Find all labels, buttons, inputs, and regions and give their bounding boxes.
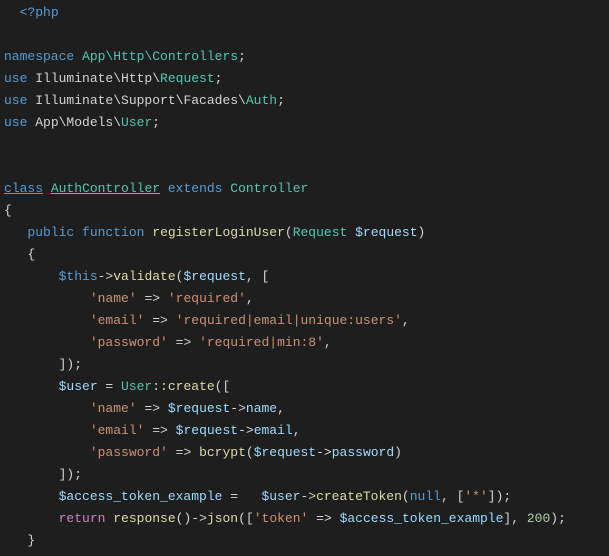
string-literal: '*' bbox=[464, 489, 487, 504]
array-value: 'required|min:8' bbox=[199, 335, 324, 350]
array-value: 'required' bbox=[168, 291, 246, 306]
variable: $request bbox=[183, 269, 245, 284]
class-name: AuthController bbox=[51, 181, 160, 196]
code-line: class AuthController extends Controller bbox=[4, 178, 605, 200]
code-editor[interactable]: <?php namespace App\Http\Controllers; us… bbox=[4, 2, 605, 552]
use-class: Auth bbox=[246, 93, 277, 108]
code-line bbox=[4, 134, 605, 156]
code-line: public function registerLoginUser(Reques… bbox=[4, 222, 605, 244]
use-keyword: use bbox=[4, 71, 27, 86]
array-key: 'email' bbox=[90, 423, 145, 438]
number-literal: 200 bbox=[527, 511, 550, 526]
code-line: use App\Models\User; bbox=[4, 112, 605, 134]
use-keyword: use bbox=[4, 93, 27, 108]
code-line: { bbox=[4, 244, 605, 266]
function-call: response bbox=[113, 511, 175, 526]
method-name: registerLoginUser bbox=[152, 225, 285, 240]
code-line: 'email' => $request->email, bbox=[4, 420, 605, 442]
code-line: $user = User::create([ bbox=[4, 376, 605, 398]
code-line: <?php bbox=[4, 2, 605, 24]
code-line: { bbox=[4, 200, 605, 222]
param-var: $request bbox=[355, 225, 417, 240]
code-line: 'email' => 'required|email|unique:users'… bbox=[4, 310, 605, 332]
code-line: return response()->json(['token' => $acc… bbox=[4, 508, 605, 530]
namespace-keyword: namespace bbox=[4, 49, 74, 64]
param-type: Request bbox=[293, 225, 348, 240]
return-keyword: return bbox=[59, 511, 106, 526]
use-path: Illuminate\Http\ bbox=[35, 71, 160, 86]
array-key: 'password' bbox=[90, 335, 168, 350]
public-keyword: public bbox=[27, 225, 74, 240]
array-key: 'name' bbox=[90, 291, 137, 306]
variable: $request bbox=[168, 401, 230, 416]
method-call: validate bbox=[113, 269, 175, 284]
code-line: ]); bbox=[4, 464, 605, 486]
code-line: namespace App\Http\Controllers; bbox=[4, 46, 605, 68]
code-line: } bbox=[4, 530, 605, 552]
array-value: 'required|email|unique:users' bbox=[176, 313, 402, 328]
code-line: ]); bbox=[4, 354, 605, 376]
property: email bbox=[254, 423, 293, 438]
variable: $user bbox=[59, 379, 98, 394]
code-line: $access_token_example = $user->createTok… bbox=[4, 486, 605, 508]
parent-class: Controller bbox=[230, 181, 308, 196]
code-line bbox=[4, 24, 605, 46]
variable: $access_token_example bbox=[59, 489, 223, 504]
namespace-path: App\Http\Controllers bbox=[82, 49, 238, 64]
code-line: use Illuminate\Http\Request; bbox=[4, 68, 605, 90]
code-line: use Illuminate\Support\Facades\Auth; bbox=[4, 90, 605, 112]
use-class: User bbox=[121, 115, 152, 130]
code-line: 'name' => $request->name, bbox=[4, 398, 605, 420]
code-line: 'password' => 'required|min:8', bbox=[4, 332, 605, 354]
extends-keyword: extends bbox=[168, 181, 223, 196]
code-line: $this->validate($request, [ bbox=[4, 266, 605, 288]
variable: $access_token_example bbox=[340, 511, 504, 526]
class-keyword: class bbox=[4, 181, 43, 196]
code-line bbox=[4, 156, 605, 178]
code-line: 'password' => bcrypt($request->password) bbox=[4, 442, 605, 464]
function-keyword: function bbox=[82, 225, 144, 240]
php-open-tag: <?php bbox=[20, 5, 59, 20]
code-line: 'name' => 'required', bbox=[4, 288, 605, 310]
array-key: 'email' bbox=[90, 313, 145, 328]
method-call: createToken bbox=[316, 489, 402, 504]
property: name bbox=[246, 401, 277, 416]
array-key: 'token' bbox=[254, 511, 309, 526]
null-keyword: null bbox=[410, 489, 441, 504]
method-call: create bbox=[168, 379, 215, 394]
use-keyword: use bbox=[4, 115, 27, 130]
array-key: 'name' bbox=[90, 401, 137, 416]
use-path: Illuminate\Support\Facades\ bbox=[35, 93, 246, 108]
variable: $request bbox=[254, 445, 316, 460]
array-key: 'password' bbox=[90, 445, 168, 460]
property: password bbox=[332, 445, 394, 460]
this-var: $this bbox=[59, 269, 98, 284]
variable: $request bbox=[176, 423, 238, 438]
method-call: json bbox=[207, 511, 238, 526]
variable: $user bbox=[261, 489, 300, 504]
use-path: App\Models\ bbox=[35, 115, 121, 130]
use-class: Request bbox=[160, 71, 215, 86]
class-ref: User bbox=[121, 379, 152, 394]
function-call: bcrypt bbox=[199, 445, 246, 460]
